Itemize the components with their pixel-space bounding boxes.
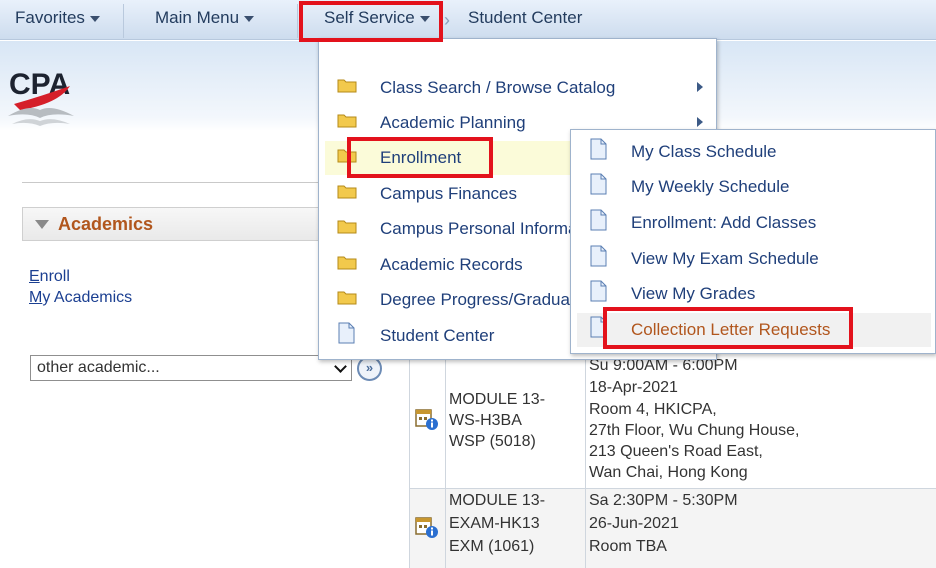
logo-text: CPA — [9, 68, 70, 101]
document-icon — [590, 280, 607, 302]
nav-divider — [123, 4, 124, 38]
menu-item-label: Student Center — [380, 326, 495, 345]
class-date: 18-Apr-2021 — [589, 379, 678, 396]
chevron-down-icon — [244, 15, 255, 22]
submenu-item-my-class-schedule[interactable]: My Class Schedule — [577, 135, 931, 169]
class-address: Wan Chai, Hong Kong — [589, 464, 748, 481]
menu-item-label: Academic Records — [380, 255, 523, 274]
submenu-item-label: My Class Schedule — [631, 142, 777, 161]
nav-divider — [297, 4, 298, 38]
class-address: 213 Queen's Road East, — [589, 443, 763, 460]
class-name: WSP (5018) — [449, 433, 536, 450]
submenu-item-view-exam-schedule[interactable]: View My Exam Schedule — [577, 242, 931, 276]
select-value: other academic... — [37, 359, 160, 376]
cell-divider — [445, 355, 446, 488]
cell-divider — [585, 355, 586, 488]
cell-divider — [445, 489, 446, 568]
folder-icon — [337, 220, 357, 234]
academics-section-header[interactable]: Academics — [22, 207, 322, 241]
menu-item-label: Campus Finances — [380, 184, 518, 203]
class-name: MODULE 13- — [449, 492, 546, 509]
top-nav-bar: Favorites Main Menu Self Service › Stude… — [0, 0, 936, 40]
highlight-box-collection-letter — [603, 307, 853, 349]
class-date: 26-Jun-2021 — [589, 515, 679, 532]
table-row: MODULE 13- WS-H3BA WSP (5018) Su 9:00AM … — [410, 355, 936, 489]
schedule-table: MODULE 13- WS-H3BA WSP (5018) Su 9:00AM … — [409, 355, 936, 568]
class-room: Room TBA — [589, 538, 667, 555]
class-name: EXAM-HK13 — [449, 515, 540, 532]
highlight-box-enrollment — [347, 137, 493, 178]
document-icon — [590, 245, 607, 267]
submenu-item-label: View My Exam Schedule — [631, 249, 819, 268]
calendar-info-icon[interactable] — [415, 407, 439, 431]
calendar-info-icon[interactable] — [415, 515, 439, 539]
submenu-item-label: My Weekly Schedule — [631, 177, 790, 196]
folder-icon — [337, 185, 357, 199]
cell-divider — [585, 489, 586, 568]
breadcrumb-chevron-icon: › — [444, 10, 450, 30]
chevron-down-icon — [334, 360, 347, 373]
table-row: MODULE 13- EXAM-HK13 EXM (1061) Sa 2:30P… — [410, 489, 936, 568]
document-icon — [590, 173, 607, 195]
class-name: MODULE 13- — [449, 391, 546, 408]
cpa-logo: CPA — [8, 68, 74, 126]
document-icon — [338, 322, 355, 344]
divider-line — [22, 182, 322, 183]
menu-item-label: Academic Planning — [380, 113, 526, 132]
submenu-item-view-grades[interactable]: View My Grades — [577, 277, 931, 311]
chevron-right-icon — [697, 117, 703, 127]
highlight-box-self-service — [299, 1, 443, 42]
folder-icon — [337, 114, 357, 128]
main-menu-label: Main Menu — [155, 8, 240, 27]
chevron-down-icon — [89, 15, 100, 22]
submenu-item-my-weekly-schedule[interactable]: My Weekly Schedule — [577, 170, 931, 204]
main-menu[interactable]: Main Menu — [155, 8, 255, 28]
folder-icon — [337, 256, 357, 270]
document-icon — [590, 138, 607, 160]
academics-title: Academics — [58, 214, 154, 234]
collapse-triangle-icon — [35, 220, 49, 229]
my-academics-link[interactable]: My Academics — [29, 289, 132, 307]
submenu-item-add-classes[interactable]: Enrollment: Add Classes — [577, 206, 931, 240]
favorites-menu[interactable]: Favorites — [15, 8, 100, 28]
class-time: Sa 2:30PM - 5:30PM — [589, 492, 738, 509]
other-academic-select[interactable]: other academic... — [30, 355, 352, 381]
class-address: 27th Floor, Wu Chung House, — [589, 422, 800, 439]
class-name: WS-H3BA — [449, 412, 522, 429]
menu-item-label: Class Search / Browse Catalog — [380, 78, 616, 97]
folder-icon — [337, 79, 357, 93]
favorites-label: Favorites — [15, 8, 85, 27]
folder-icon — [337, 291, 357, 305]
document-icon — [590, 209, 607, 231]
menu-item-label: Degree Progress/Graduat — [380, 290, 575, 309]
enroll-link[interactable]: Enroll — [29, 268, 70, 286]
menu-item-class-search[interactable]: Class Search / Browse Catalog — [325, 71, 713, 105]
chevron-right-icon — [697, 82, 703, 92]
class-room: Room 4, HKICPA, — [589, 401, 717, 418]
menu-item-label: Campus Personal Informa — [380, 219, 578, 238]
submenu-item-label: Enrollment: Add Classes — [631, 213, 817, 232]
breadcrumb-student-center[interactable]: Student Center — [468, 8, 582, 28]
class-name: EXM (1061) — [449, 538, 535, 555]
submenu-item-label: View My Grades — [631, 284, 756, 303]
